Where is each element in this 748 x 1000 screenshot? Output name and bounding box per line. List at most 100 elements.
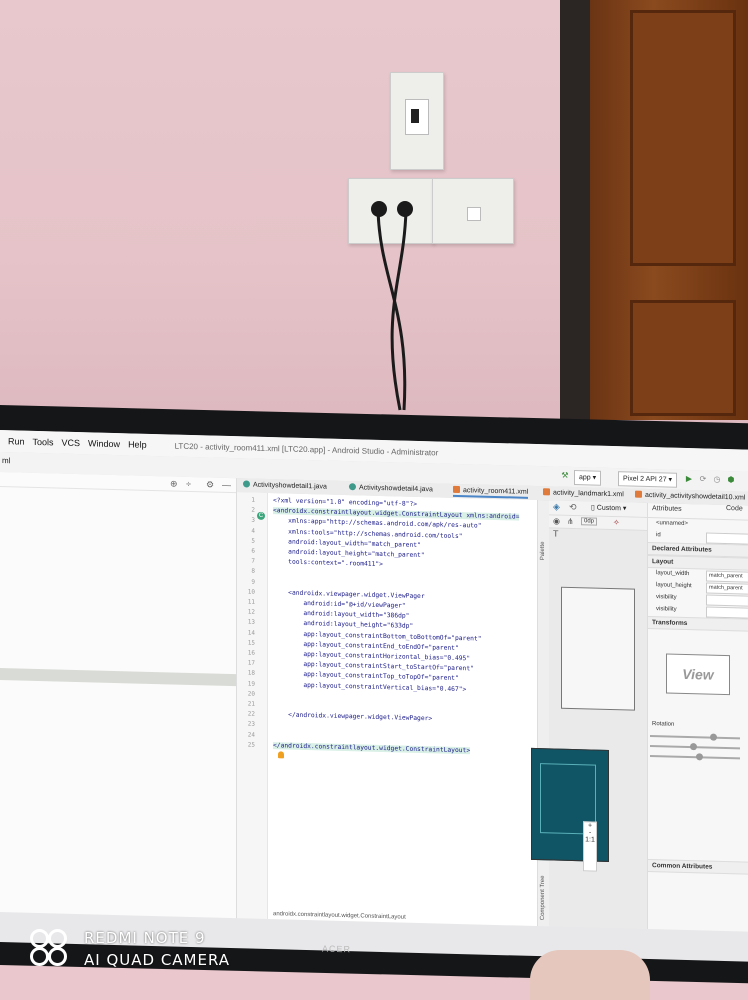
line-number: 7 [251,557,255,565]
line-number: 4 [251,527,255,535]
magnet-icon[interactable]: ⋔ [567,517,574,526]
design-preview[interactable] [561,586,635,711]
java-class-icon [349,483,356,491]
wall-switch [390,72,444,170]
layers-icon[interactable]: ◈ [553,501,560,512]
wand-icon[interactable]: ✧ [613,518,620,527]
code-line[interactable]: android:layout_width="match_parent" [273,538,421,548]
line-number: 5 [251,537,255,545]
line-number: 9 [251,578,255,586]
line-number: 22 [247,710,255,718]
minimize-icon[interactable]: — [222,480,231,490]
line-number: 16 [247,649,255,657]
code-line[interactable]: tools:context=".room411"> [273,558,383,568]
rotation-slider[interactable] [650,733,740,741]
code-line[interactable]: <androidx.viewpager.widget.ViewPager [273,589,425,600]
tab-activity-room411[interactable]: activity_room411.xml [453,485,529,499]
line-number: 13 [247,618,255,627]
component-tree-label[interactable]: Component Tree [540,875,546,920]
menu-run[interactable]: Run [8,436,25,446]
sync-icon[interactable]: ⬢ [726,475,736,485]
run-config-select[interactable]: app ▾ [574,470,602,486]
target-icon[interactable]: ⊕ [170,478,178,489]
line-number: 21 [247,700,255,708]
design-surface[interactable]: ◈ ⟲ ▯ Custom ▾ ◉ ⋔ 0dp ✧ T + - 1:1 [531,500,647,937]
line-number: 14 [247,629,255,637]
tab-activityshowdetail1[interactable]: Activityshowdetail1.java [243,480,327,491]
line-number: 25 [247,741,255,749]
tab-activity-activityshowdetail10[interactable]: activity_activityshowdetail10.xml [635,490,745,502]
watermark-model: REDMI NOTE 9 [84,929,206,947]
menu-help[interactable]: Help [128,439,147,449]
lightbulb-icon[interactable] [278,751,284,759]
tab-activity-landmark1[interactable]: activity_landmark1.xml [543,488,624,498]
foreground-object [530,950,650,1000]
code-line[interactable]: <?xml version="1.0" encoding="utf-8"?> [273,497,417,508]
line-number: 1 [251,496,255,504]
line-number: 8 [251,567,255,576]
palette-label[interactable]: Palette [540,541,546,560]
switch-button [467,207,481,221]
rotation-label: Rotation [652,721,675,728]
eye-icon[interactable]: ◉ [553,516,560,525]
run-config-value: app [579,474,591,482]
blueprint-preview[interactable] [531,747,609,862]
debug-icon[interactable]: ⟳ [698,474,708,484]
code-line[interactable]: android:layout_height="match_parent" [273,548,425,560]
attr-key: layout_height [656,582,692,590]
zoom-ratio-button[interactable]: 1:1 [584,836,596,843]
collapse-icon[interactable]: ÷ [186,479,191,489]
hammer-icon[interactable]: ⚒ [560,471,570,481]
code-line[interactable]: android:layout_height="633dp" [273,620,413,630]
attributes-title: Attributes [652,505,682,513]
code-line[interactable]: android:layout_width="386dp" [273,609,409,620]
text-tool-icon[interactable]: T [553,528,559,538]
attr-value[interactable] [706,606,748,619]
id-field[interactable] [706,532,748,545]
rotation-slider[interactable] [650,753,740,761]
attr-key: visibility [656,606,677,613]
rotation-slider[interactable] [650,743,740,751]
selected-tree-row[interactable] [0,668,236,687]
line-number: 20 [247,690,255,698]
run-icon[interactable]: ▶ [684,474,694,484]
transforms-section[interactable]: Transforms [648,615,748,632]
toolbar-left-label: ml [2,456,11,466]
line-number: 15 [247,639,255,647]
layout-preview-icon[interactable]: C [257,511,265,520]
code-line[interactable]: </androidx.viewpager.widget.ViewPager> [273,711,432,723]
device-select[interactable]: Pixel 2 API 27 ▾ [618,471,678,488]
line-number: 2 [251,506,255,514]
project-panel: ⊕ ÷ ⚙ — [0,472,237,927]
java-class-icon [243,480,250,488]
line-number: 23 [247,720,255,729]
menu-window[interactable]: Window [88,438,120,449]
code-view-button[interactable]: Code [726,505,743,512]
line-number: 6 [251,547,255,555]
menu-vcs[interactable]: VCS [62,438,81,448]
common-attributes-section[interactable]: Common Attributes [648,858,748,875]
slider-handle[interactable] [690,743,697,751]
tab-label: Activityshowdetail1.java [253,481,327,491]
code-line[interactable]: app:layout_constraintVertical_bias="0.46… [273,681,466,693]
profile-icon[interactable]: ◷ [712,475,722,485]
cables [376,209,408,411]
monitor-screen: Run Tools VCS Window Help LTC20 - activi… [0,430,748,940]
device-value: Pixel 2 API 27 [623,475,667,484]
menu-tools[interactable]: Tools [33,437,54,448]
code-line[interactable]: android:id="@+id/viewPager" [273,599,405,610]
slider-handle[interactable] [696,753,703,761]
switch-plate [432,178,514,244]
line-number: 19 [247,680,255,688]
watermark-camera: AI QUAD CAMERA [84,951,231,969]
code-editor[interactable]: C androidx.constraintlayout.widget.Const… [237,492,537,935]
device-custom-select[interactable]: ▯ Custom ▾ [591,503,626,512]
margin-box[interactable]: 0dp [581,517,598,526]
tab-activityshowdetail4[interactable]: Activityshowdetail4.java [349,483,433,493]
slider-handle[interactable] [710,733,717,741]
zoom-controls: + - 1:1 [583,821,597,872]
gear-icon[interactable]: ⚙ [206,479,214,490]
orientation-icon[interactable]: ⟲ [569,502,577,513]
code-line[interactable]: </androidx.constraintlayout.widget.Const… [273,741,471,755]
xml-file-icon [543,488,550,496]
